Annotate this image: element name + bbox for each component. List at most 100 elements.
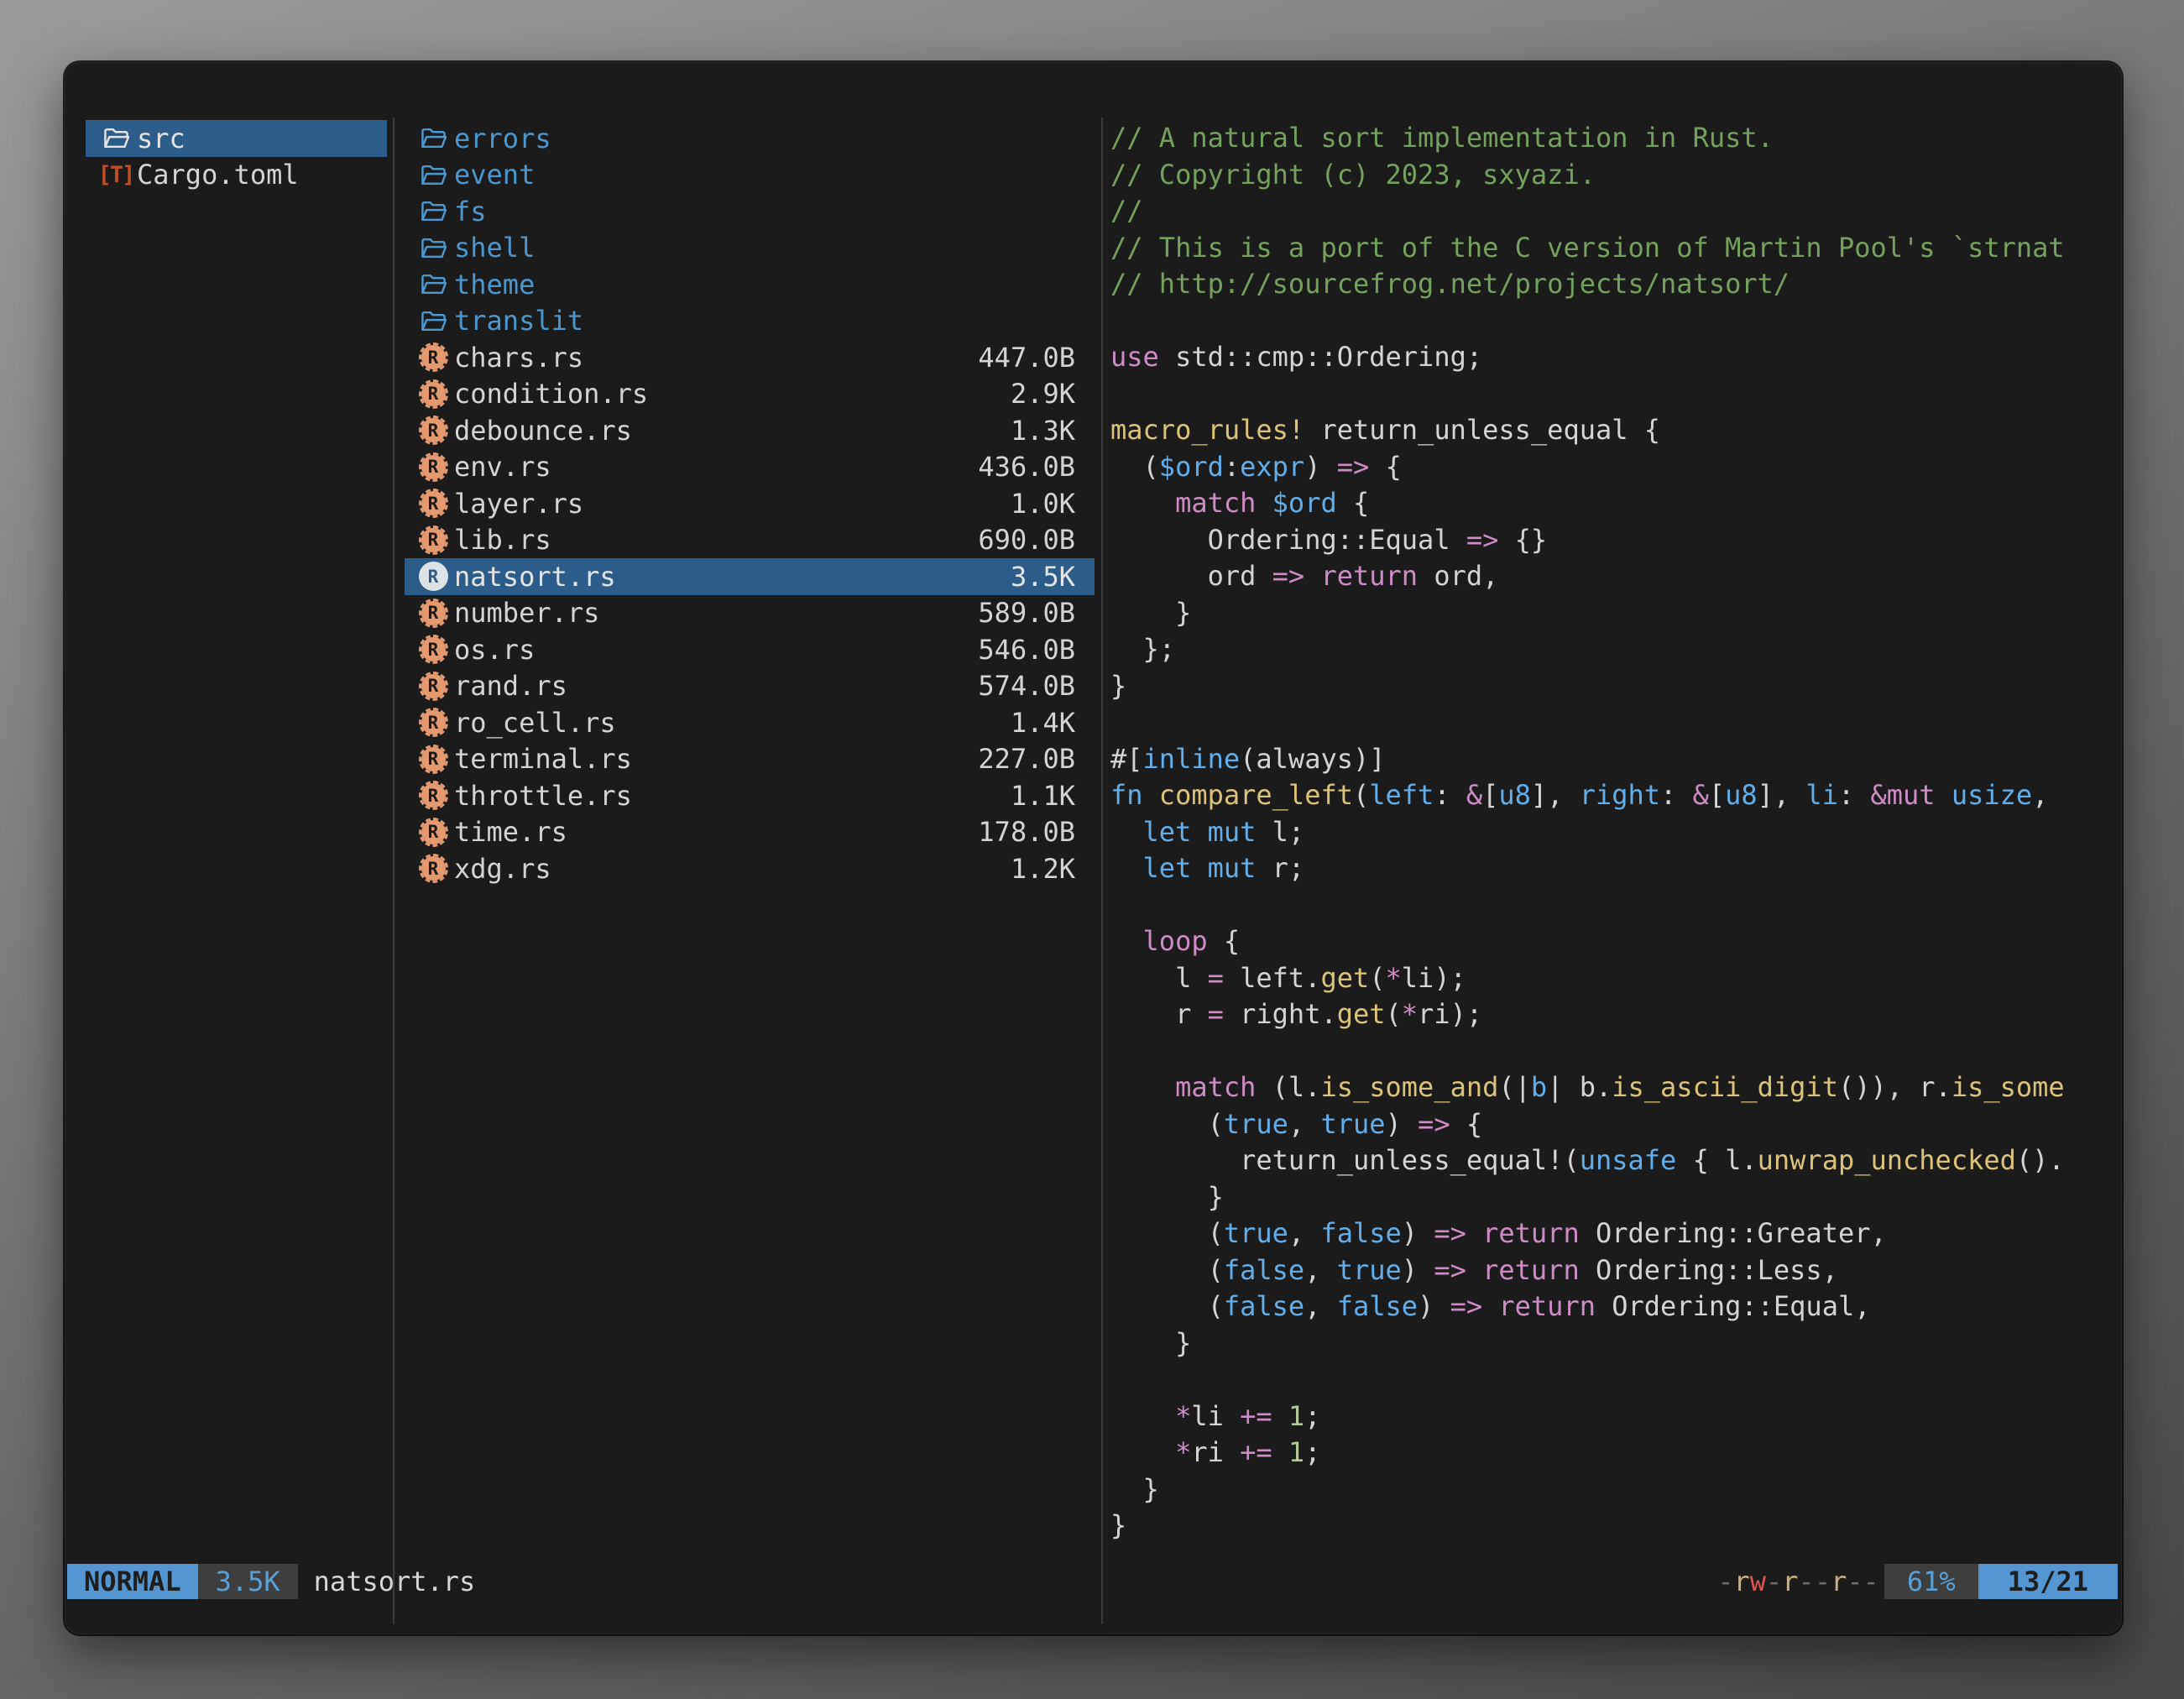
parent-pane: src[T]Cargo.toml: [86, 120, 387, 193]
code-line: };: [1110, 631, 2109, 668]
folder-open-icon: [418, 123, 448, 154]
entry-size: 178.0B: [978, 816, 1075, 848]
parent-row-src[interactable]: src: [86, 120, 387, 157]
code-line: let mut r;: [1110, 850, 2109, 887]
folder-open-icon: [418, 233, 448, 263]
file-row-ro_cell.rs[interactable]: Rro_cell.rs 1.4K: [405, 704, 1095, 741]
parent-row-Cargo.toml[interactable]: [T]Cargo.toml: [86, 157, 387, 194]
file-row-event[interactable]: event: [405, 157, 1095, 194]
entry-name: env.rs: [454, 451, 551, 483]
code-line: // This is a port of the C version of Ma…: [1110, 230, 2109, 267]
folder-open-icon: [418, 269, 448, 300]
rust-file-icon: R: [418, 416, 448, 446]
code-line: }: [1110, 595, 2109, 632]
code-line: // A natural sort implementation in Rust…: [1110, 120, 2109, 157]
file-row-xdg.rs[interactable]: Rxdg.rs1.2K: [405, 850, 1095, 887]
file-row-layer.rs[interactable]: Rlayer.rs1.0K: [405, 485, 1095, 522]
entry-size: 447.0B: [978, 342, 1075, 374]
rust-file-icon: R: [418, 379, 448, 409]
code-line: }: [1110, 1179, 2109, 1216]
folder-open-icon: [418, 306, 448, 336]
code-line: }: [1110, 1325, 2109, 1362]
code-line: [1110, 704, 2109, 741]
code-line: // http://sourcefrog.net/projects/natsor…: [1110, 266, 2109, 303]
folder-open-icon: [101, 123, 131, 154]
code-line: loop {: [1110, 923, 2109, 960]
code-line: use std::cmp::Ordering;: [1110, 339, 2109, 376]
file-row-env.rs[interactable]: Renv.rs436.0B: [405, 449, 1095, 486]
desktop-background: { "colors": { "selection_bg": "#2c5d8a",…: [0, 0, 2184, 1699]
entry-size: 436.0B: [978, 451, 1075, 483]
entry-name: lib.rs: [454, 524, 551, 556]
file-row-time.rs[interactable]: Rtime.rs178.0B: [405, 814, 1095, 851]
code-line: #[inline(always)]: [1110, 741, 2109, 778]
code-line: match (l.is_some_and(|b| b.is_ascii_digi…: [1110, 1069, 2109, 1106]
code-line: }: [1110, 668, 2109, 705]
code-line: [1110, 376, 2109, 413]
entry-size: 227.0B: [978, 743, 1075, 775]
code-line: r = right.get(*ri);: [1110, 996, 2109, 1033]
code-line: let mut l;: [1110, 814, 2109, 851]
code-line: [1110, 303, 2109, 340]
code-line: (true, false) => return Ordering::Greate…: [1110, 1215, 2109, 1252]
rust-file-icon: R: [418, 854, 448, 884]
file-row-debounce.rs[interactable]: Rdebounce.rs1.3K: [405, 412, 1095, 449]
entry-name: ro_cell.rs: [454, 707, 616, 739]
file-row-rand.rs[interactable]: Rrand.rs574.0B: [405, 668, 1095, 705]
rust-file-icon: R: [418, 708, 448, 738]
file-row-translit[interactable]: translit: [405, 303, 1095, 340]
file-row-condition.rs[interactable]: Rcondition.rs 2.9K: [405, 376, 1095, 413]
code-line: //: [1110, 193, 2109, 230]
code-line: Ordering::Equal => {}: [1110, 522, 2109, 559]
file-row-terminal.rs[interactable]: Rterminal.rs227.0B: [405, 741, 1095, 778]
code-line: }: [1110, 1472, 2109, 1508]
entry-name: throttle.rs: [454, 780, 632, 812]
pane-separator-left: [393, 118, 394, 1624]
code-line: // Copyright (c) 2023, sxyazi.: [1110, 157, 2109, 194]
entry-size: 2.9K: [1011, 378, 1075, 410]
rust-file-icon: R: [418, 781, 448, 811]
entry-name: layer.rs: [454, 488, 583, 520]
file-row-errors[interactable]: errors: [405, 120, 1095, 157]
file-row-chars.rs[interactable]: Rchars.rs447.0B: [405, 339, 1095, 376]
entry-name: Cargo.toml: [137, 159, 299, 191]
file-row-theme[interactable]: theme: [405, 266, 1095, 303]
entry-name: theme: [454, 269, 535, 301]
rust-file-icon: R: [418, 671, 448, 701]
entry-name: shell: [454, 232, 535, 264]
entry-size: 1.2K: [1011, 853, 1075, 885]
file-row-shell[interactable]: shell: [405, 230, 1095, 267]
entry-size: 1.4K: [1011, 707, 1075, 739]
yazi-terminal-window: src[T]Cargo.toml errorseventfs shell theme…: [65, 62, 2122, 1634]
permissions-indicator: -rw-r--r--: [1717, 1564, 1879, 1599]
file-row-throttle.rs[interactable]: Rthrottle.rs1.1K: [405, 777, 1095, 814]
pane-separator-right: [1101, 118, 1103, 1624]
code-line: match $ord {: [1110, 485, 2109, 522]
rust-file-icon: R: [418, 817, 448, 847]
file-row-os.rs[interactable]: Ros.rs546.0B: [405, 631, 1095, 668]
entry-name: terminal.rs: [454, 743, 632, 775]
file-row-fs[interactable]: fs: [405, 193, 1095, 230]
rust-file-icon: R: [418, 525, 448, 555]
file-size-indicator: 3.5K: [198, 1564, 298, 1599]
rust-file-icon: R: [418, 489, 448, 519]
preview-pane: // A natural sort implementation in Rust…: [1110, 120, 2109, 1569]
entry-name: fs: [454, 196, 487, 227]
status-filename: natsort.rs: [314, 1564, 476, 1599]
code-line: ord => return ord,: [1110, 558, 2109, 595]
file-row-number.rs[interactable]: Rnumber.rs589.0B: [405, 595, 1095, 632]
rust-file-icon: R: [418, 562, 448, 592]
entry-name: translit: [454, 305, 583, 337]
entry-size: 1.3K: [1011, 415, 1075, 447]
code-line: *li += 1;: [1110, 1398, 2109, 1435]
entry-size: 589.0B: [978, 597, 1075, 629]
entry-name: condition.rs: [454, 378, 648, 410]
file-row-lib.rs[interactable]: Rlib.rs690.0B: [405, 522, 1095, 559]
scroll-percent-indicator: 61%: [1884, 1564, 1978, 1599]
mode-indicator: NORMAL: [67, 1564, 198, 1599]
code-line: fn compare_left(left: &[u8], right: &[u8…: [1110, 777, 2109, 814]
code-line: (false, false) => return Ordering::Equal…: [1110, 1289, 2109, 1325]
current-dir-pane: errorseventfs shell theme translitRchars.rs…: [405, 120, 1095, 887]
file-row-natsort.rs[interactable]: Rnatsort.rs3.5K: [405, 558, 1095, 595]
code-line: [1110, 887, 2109, 924]
